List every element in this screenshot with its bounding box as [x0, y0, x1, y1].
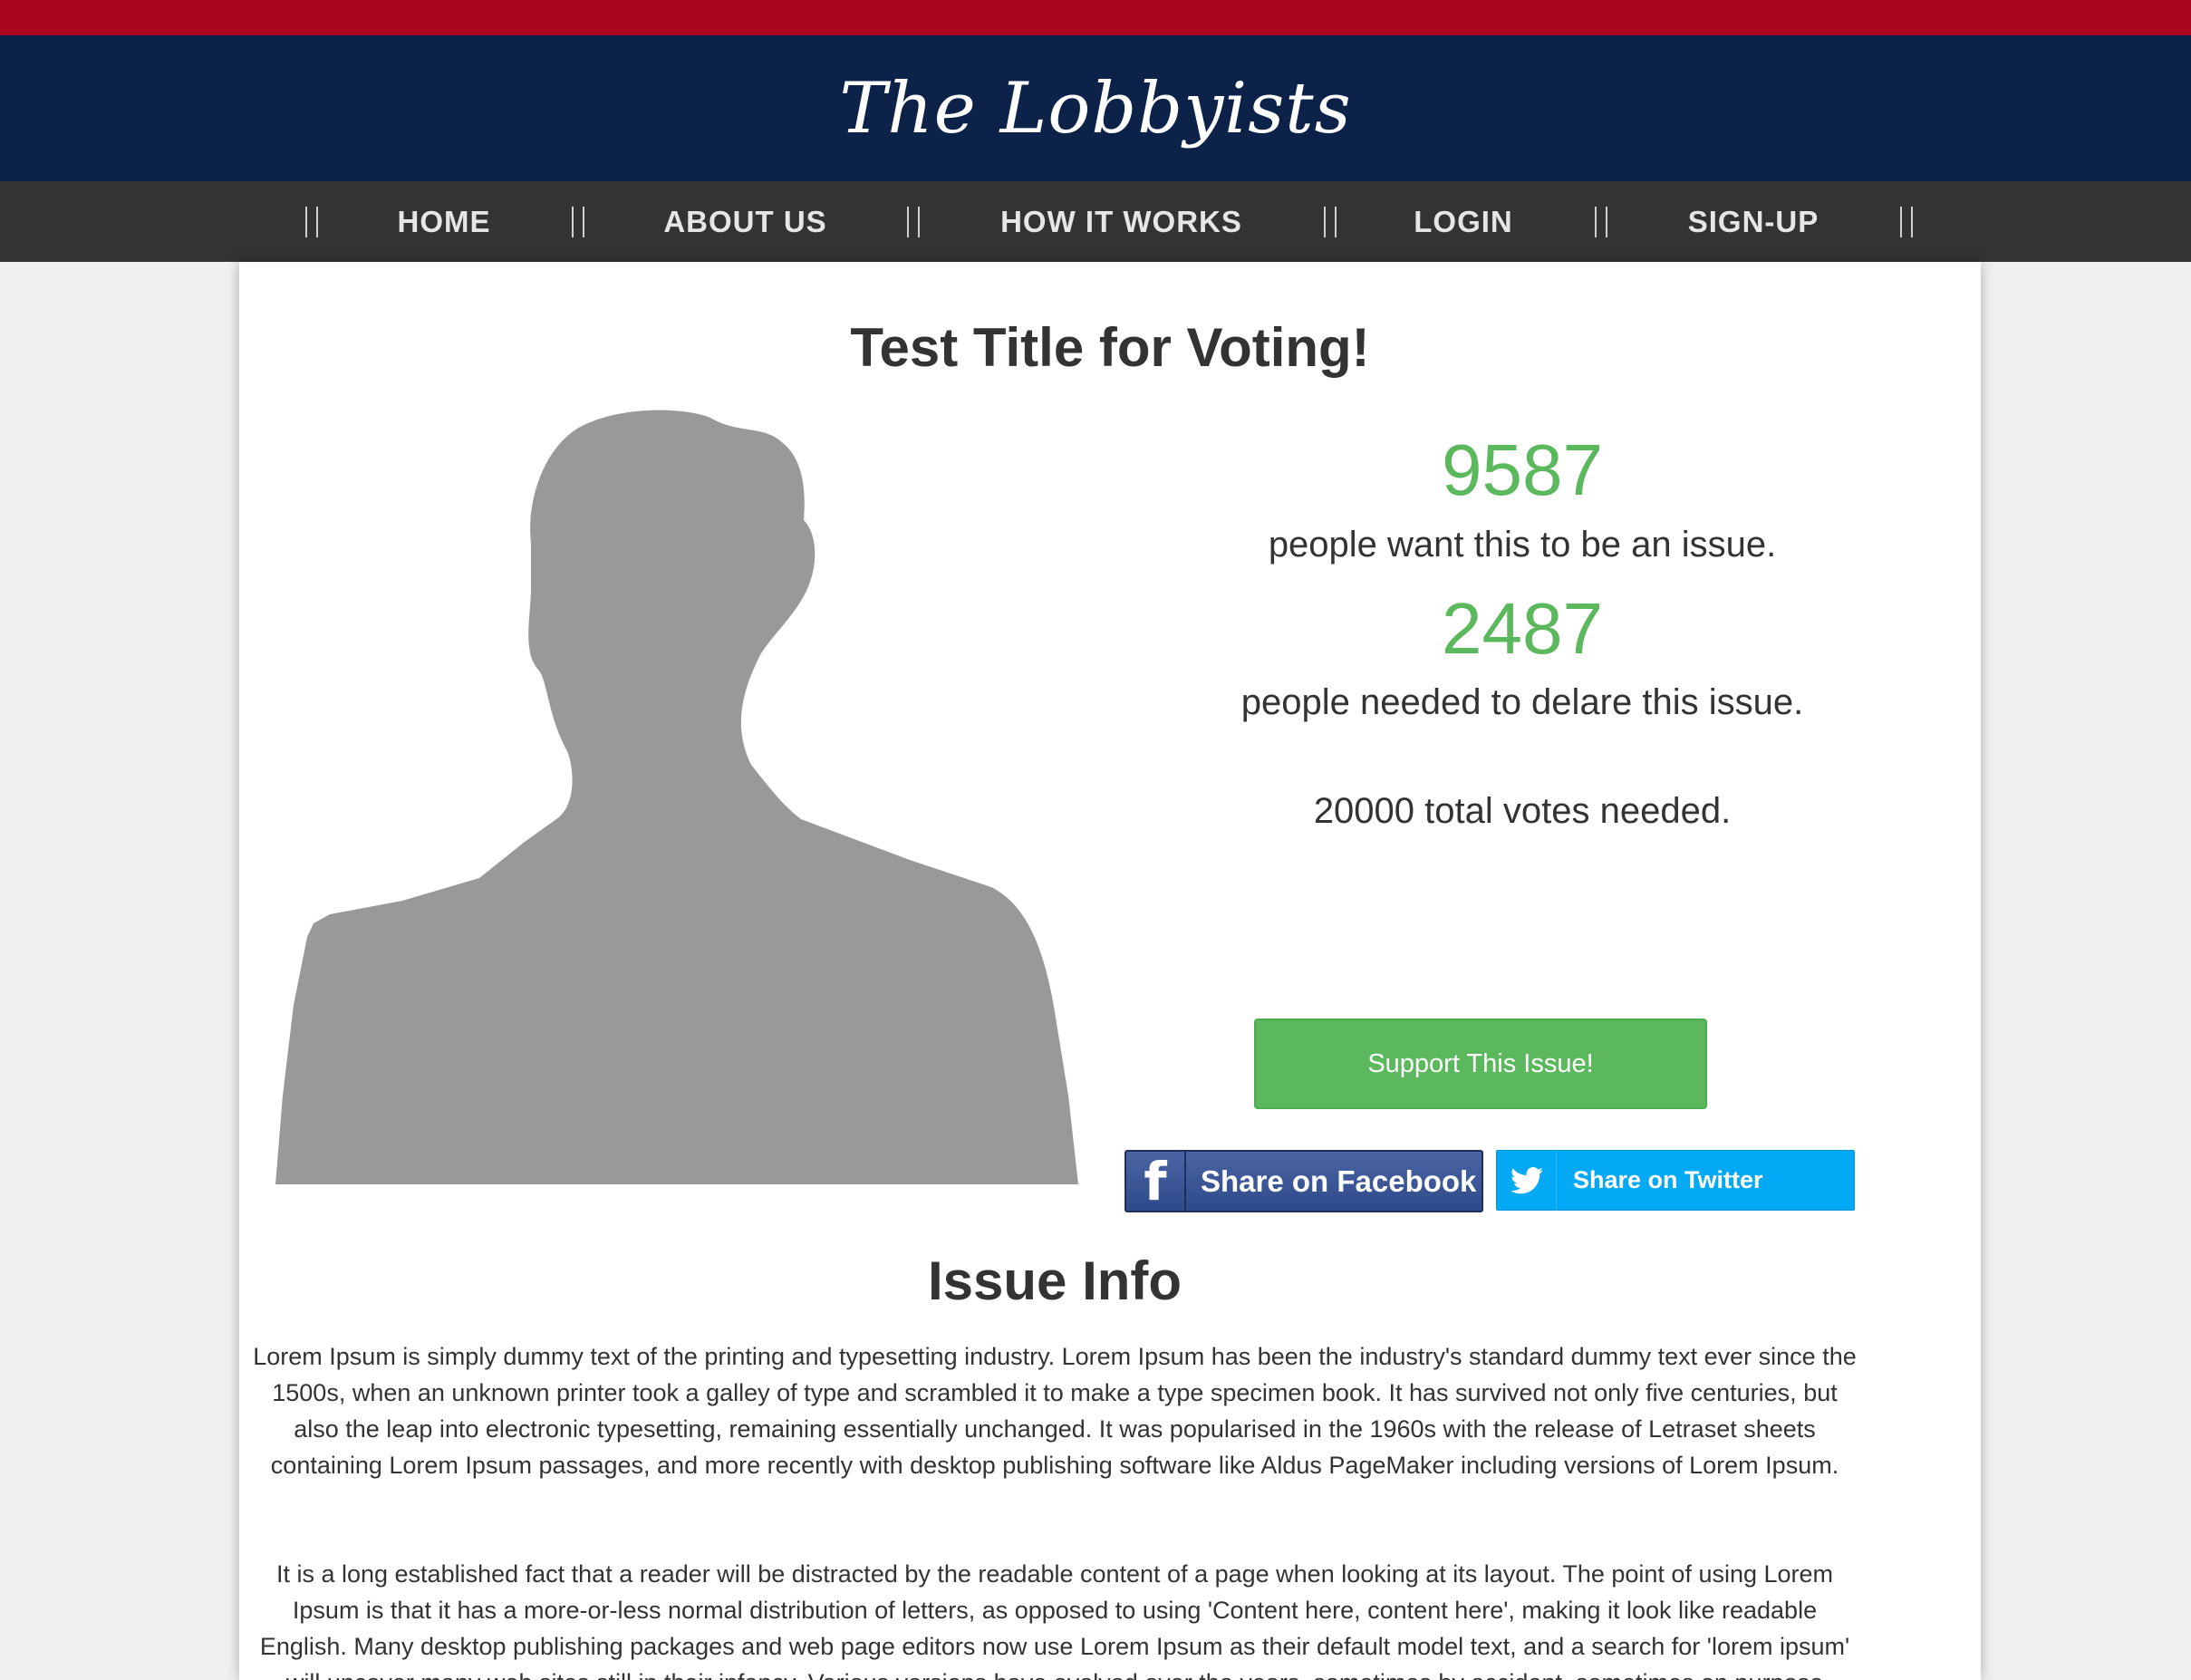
main-nav: HOME ABOUT US HOW IT WORKS LOGIN SIGN-UP: [0, 181, 2191, 262]
nav-item-sign-up[interactable]: SIGN-UP: [1640, 181, 1867, 262]
share-facebook-button[interactable]: f Share on Facebook: [1124, 1150, 1483, 1212]
issue-card: Test Title for Voting! 9587 people want …: [239, 262, 1981, 1680]
facebook-icon: f: [1126, 1151, 1186, 1212]
nav-item-home[interactable]: HOME: [344, 181, 544, 262]
total-votes-text: 20000 total votes needed.: [1313, 791, 1732, 831]
site-header: The Lobbyists: [0, 35, 2191, 181]
nav-item-login[interactable]: LOGIN: [1368, 181, 1559, 262]
nav-separator: [907, 207, 920, 237]
twitter-bird-icon: [1497, 1150, 1557, 1211]
issue-info-paragraph: It is a long established fact that a rea…: [259, 1560, 1850, 1680]
needed-text: people needed to delare this issue.: [1240, 682, 1804, 722]
site-logo[interactable]: The Lobbyists: [0, 35, 2191, 181]
nav-separator: [1595, 207, 1607, 237]
issue-title: Test Title for Voting!: [850, 317, 1370, 378]
share-facebook-label: Share on Facebook: [1201, 1163, 1477, 1198]
issue-info-paragraph: Lorem Ipsum is simply dummy text of the …: [253, 1343, 1857, 1479]
issue-info-heading: Issue Info: [927, 1250, 1182, 1311]
person-silhouette-icon: [275, 407, 1095, 1184]
want-count: 9587: [1442, 430, 1603, 510]
support-issue-button[interactable]: Support This Issue!: [1254, 1019, 1707, 1109]
nav-separator: [305, 207, 318, 237]
share-twitter-button[interactable]: Share on Twitter: [1496, 1150, 1855, 1211]
needed-count: 2487: [1442, 588, 1603, 669]
nav-separator: [1324, 207, 1337, 237]
nav-item-about-us[interactable]: ABOUT US: [616, 181, 874, 262]
want-text: people want this to be an issue.: [1268, 525, 1777, 565]
nav-separator: [1900, 207, 1913, 237]
nav-item-how-it-works[interactable]: HOW IT WORKS: [960, 181, 1282, 262]
top-accent-stripe: [0, 0, 2191, 35]
share-twitter-label: Share on Twitter: [1573, 1166, 1763, 1193]
nav-separator: [572, 207, 584, 237]
